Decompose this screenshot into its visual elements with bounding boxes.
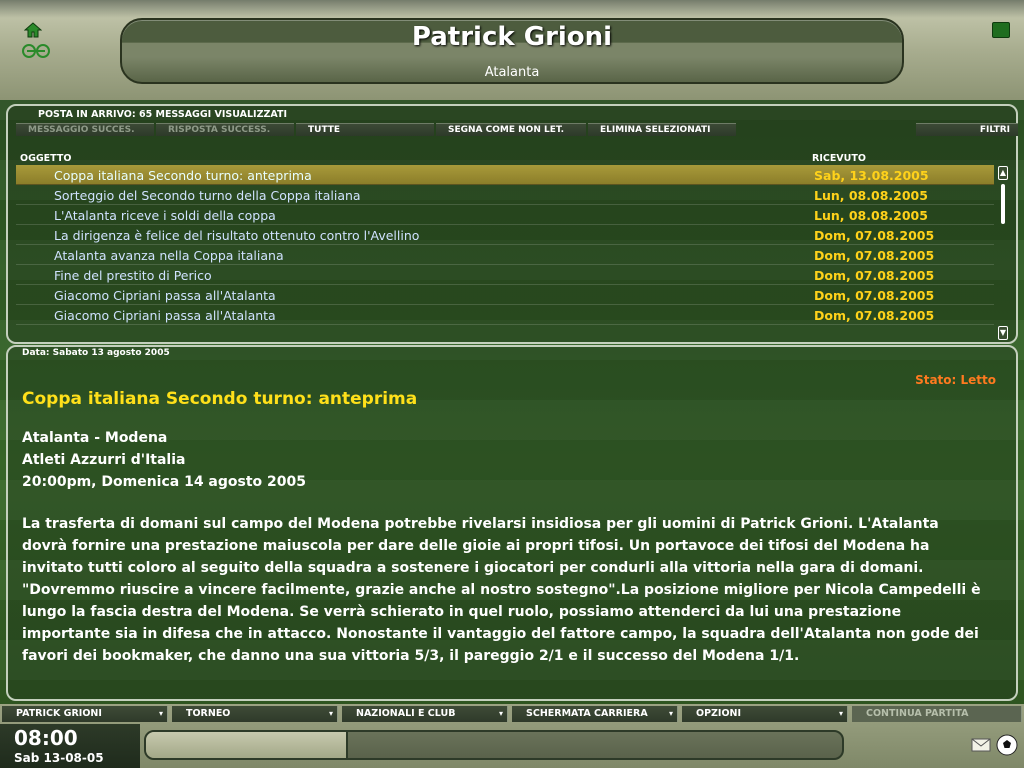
message-date: Dom, 07.08.2005 — [814, 268, 935, 283]
football-icon[interactable] — [996, 734, 1018, 756]
message-body: La trasferta di domani sul campo del Mod… — [22, 516, 981, 664]
nav-tournament-label: TORNEO — [186, 708, 231, 719]
message-subject: La dirigenza è felice del risultato otte… — [54, 228, 420, 243]
search-icon[interactable] — [992, 22, 1010, 38]
nav-career-screen[interactable]: SCHERMATA CARRIERA ▾ — [512, 706, 678, 722]
message-view-panel: Data: Sabato 13 agosto 2005 Stato: Letto… — [6, 345, 1018, 701]
clock-time: 08:00 — [14, 726, 78, 750]
filters-button[interactable]: FILTRI — [916, 123, 1018, 136]
match-name: Atalanta - Modena — [22, 430, 168, 446]
clock-date: Sab 13-08-05 — [14, 751, 104, 765]
chevron-down-icon: ▾ — [328, 709, 333, 718]
message-subject: Fine del prestito di Perico — [54, 268, 212, 283]
mark-unread-button[interactable]: SEGNA COME NON LET. — [436, 123, 586, 136]
message-list: Coppa italiana Secondo turno: anteprima … — [16, 165, 994, 335]
nav-national-club[interactable]: NAZIONALI E CLUB ▾ — [342, 706, 508, 722]
all-button[interactable]: TUTTE — [296, 123, 434, 136]
delete-selected-button[interactable]: ELIMINA SELEZIONATI — [588, 123, 736, 136]
message-date: Sab, 13.08.2005 — [814, 168, 929, 183]
list-item[interactable]: Coppa italiana Secondo turno: anteprima … — [16, 165, 994, 185]
message-subject: Coppa italiana Secondo turno: anteprima — [54, 168, 312, 183]
manager-header-pill: Patrick Grioni Atalanta — [120, 18, 904, 84]
inbox-panel: POSTA IN ARRIVO: 65 MESSAGGI VISUALIZZAT… — [6, 104, 1018, 344]
club-name: Atalanta — [484, 65, 540, 80]
list-item[interactable]: Giacomo Cipriani passa all'Atalanta Dom,… — [16, 305, 994, 325]
message-date: Dom, 07.08.2005 — [814, 228, 935, 243]
message-list-scrollbar[interactable]: ▲ ▼ — [998, 166, 1008, 340]
list-item[interactable]: Sorteggio del Secondo turno della Coppa … — [16, 185, 994, 205]
list-item[interactable]: La dirigenza è felice del risultato otte… — [16, 225, 994, 245]
chevron-down-icon: ▾ — [668, 709, 673, 718]
next-message-button[interactable]: MESSAGGIO SUCCES. — [16, 123, 154, 136]
message-subject: Giacomo Cipriani passa all'Atalanta — [54, 308, 276, 323]
nav-national-club-label: NAZIONALI E CLUB — [356, 708, 456, 719]
header-bar: Patrick Grioni Atalanta — [0, 0, 1024, 100]
manager-name: Patrick Grioni — [411, 22, 613, 52]
nav-manager-label: PATRICK GRIONI — [16, 708, 102, 719]
message-subject: Giacomo Cipriani passa all'Atalanta — [54, 288, 276, 303]
status-badge: Stato: Letto — [915, 373, 996, 387]
continue-game-button[interactable]: CONTINUA PARTITA — [852, 706, 1022, 722]
kickoff-time: 20:00pm, Domenica 14 agosto 2005 — [22, 474, 306, 490]
game-clock: 08:00 Sab 13-08-05 — [0, 724, 140, 768]
link-icon[interactable] — [20, 44, 52, 58]
message-date: Dom, 07.08.2005 — [814, 308, 935, 323]
message-date: Dom, 07.08.2005 — [814, 248, 935, 263]
message-subject: Sorteggio del Secondo turno della Coppa … — [54, 188, 361, 203]
scroll-thumb[interactable] — [1001, 184, 1005, 224]
chevron-down-icon: ▾ — [838, 709, 843, 718]
chevron-down-icon: ▾ — [498, 709, 503, 718]
match-info: Atalanta - Modena Atleti Azzurri d'Itali… — [22, 427, 306, 493]
nav-options-label: OPZIONI — [696, 708, 742, 719]
chevron-down-icon: ▾ — [158, 709, 163, 718]
nav-tournament[interactable]: TORNEO ▾ — [172, 706, 338, 722]
nav-career-screen-label: SCHERMATA CARRIERA — [526, 708, 648, 719]
stadium-name: Atleti Azzurri d'Italia — [22, 452, 186, 468]
list-item[interactable]: Fine del prestito di Perico Dom, 07.08.2… — [16, 265, 994, 285]
next-reply-button[interactable]: RISPOSTA SUCCESS. — [156, 123, 294, 136]
nav-manager[interactable]: PATRICK GRIONI ▾ — [2, 706, 168, 722]
message-date: Lun, 08.08.2005 — [814, 188, 928, 203]
inbox-title: POSTA IN ARRIVO: 65 MESSAGGI VISUALIZZAT… — [38, 109, 287, 120]
list-item[interactable]: Atalanta avanza nella Coppa italiana Dom… — [16, 245, 994, 265]
scroll-up-icon[interactable]: ▲ — [998, 166, 1008, 180]
list-item[interactable]: Giacomo Cipriani passa all'Atalanta Dom,… — [16, 285, 994, 305]
progress-bar — [144, 730, 844, 760]
received-column-header[interactable]: RICEVUTO — [812, 153, 866, 164]
message-date: Dom, 07.08.2005 — [814, 288, 935, 303]
home-icon[interactable] — [24, 22, 42, 38]
message-date: Lun, 08.08.2005 — [814, 208, 928, 223]
bottom-nav-bar: PATRICK GRIONI ▾ TORNEO ▾ NAZIONALI E CL… — [0, 704, 1024, 768]
subject-column-header[interactable]: OGGETTO — [20, 153, 71, 164]
inbox-toolbar: MESSAGGIO SUCCES. RISPOSTA SUCCESS. TUTT… — [16, 123, 1018, 137]
envelope-icon[interactable] — [971, 736, 991, 752]
message-subject: Atalanta avanza nella Coppa italiana — [54, 248, 284, 263]
message-title: Coppa italiana Secondo turno: anteprima — [22, 389, 418, 409]
progress-fill — [146, 732, 348, 758]
list-item[interactable]: L'Atalanta riceve i soldi della coppa Lu… — [16, 205, 994, 225]
message-subject: L'Atalanta riceve i soldi della coppa — [54, 208, 276, 223]
nav-options[interactable]: OPZIONI ▾ — [682, 706, 848, 722]
message-date-label: Data: Sabato 13 agosto 2005 — [22, 348, 170, 358]
scroll-down-icon[interactable]: ▼ — [998, 326, 1008, 340]
